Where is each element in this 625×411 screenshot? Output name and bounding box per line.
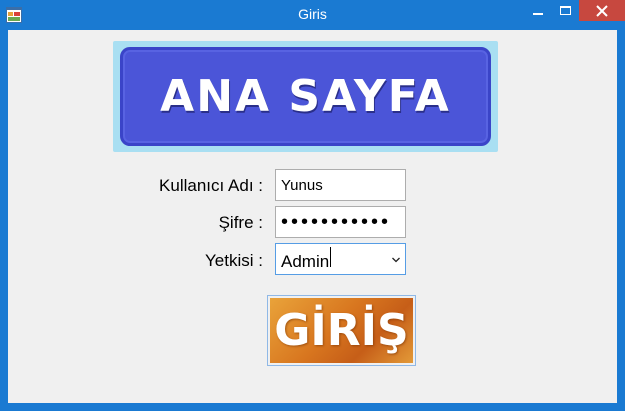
maximize-icon — [559, 6, 571, 15]
maximize-button[interactable] — [552, 0, 578, 21]
role-select[interactable]: Admin — [275, 243, 406, 275]
username-input[interactable]: Yunus — [275, 169, 406, 201]
minimize-button[interactable] — [525, 0, 551, 21]
password-input[interactable]: ••••••••••• — [275, 206, 406, 238]
password-value: ••••••••••• — [281, 210, 392, 233]
username-label: Kullanıcı Adı : — [159, 176, 263, 195]
banner-title: ANA SAYFA — [160, 71, 451, 122]
password-label: Şifre : — [218, 213, 263, 232]
role-label: Yetkisi : — [205, 251, 263, 270]
banner-image: ANA SAYFA — [113, 41, 498, 152]
role-select-value: Admin — [281, 246, 387, 272]
login-button[interactable]: GİRİŞ — [267, 295, 416, 366]
banner-panel: ANA SAYFA — [120, 47, 491, 146]
title-bar: Giris — [0, 0, 625, 30]
login-button-label: GİRİŞ — [274, 305, 409, 356]
username-value: Yunus — [281, 176, 323, 194]
minimize-icon — [533, 12, 543, 15]
close-button[interactable] — [579, 0, 625, 21]
chevron-down-icon[interactable] — [387, 252, 405, 266]
text-caret — [330, 246, 332, 267]
close-icon — [596, 4, 608, 17]
login-button-image: GİRİŞ — [270, 298, 413, 363]
